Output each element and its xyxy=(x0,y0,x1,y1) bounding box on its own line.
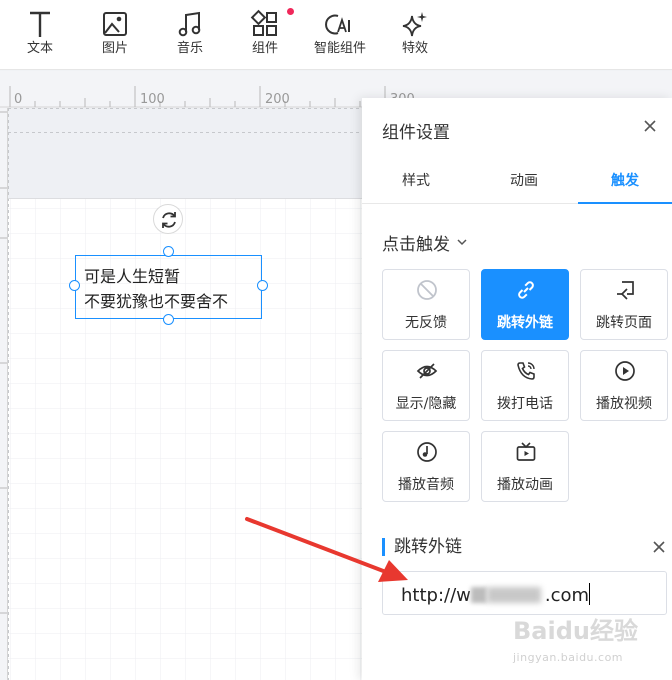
baidu-jingyan-watermark: Baidu经验 jingyan.baidu.com xyxy=(505,605,670,675)
baidu-logo-icon: Baidu经验 xyxy=(513,617,638,645)
watermark-url: jingyan.baidu.com xyxy=(513,651,624,664)
watermark-brand: Baidu经验 xyxy=(513,617,638,645)
annotation-arrow xyxy=(245,517,408,582)
